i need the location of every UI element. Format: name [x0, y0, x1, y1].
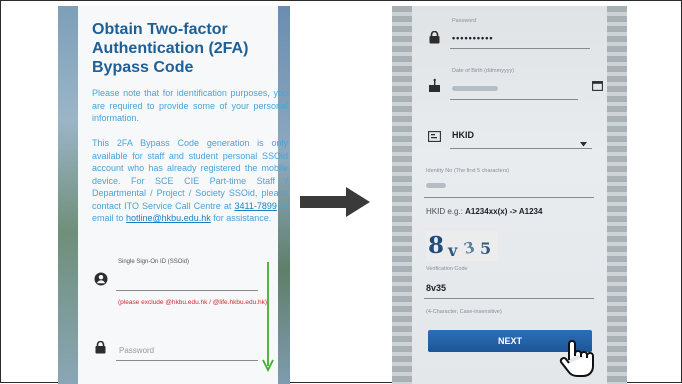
- verification-underline: [424, 298, 594, 299]
- right-phone-screen: [392, 6, 627, 384]
- next-step-arrow-icon: [300, 187, 370, 222]
- form-card-right: [392, 6, 627, 384]
- verification-label: Verification Code: [426, 266, 468, 272]
- verification-input[interactable]: 8v35: [426, 283, 446, 294]
- ssoid-underline: [116, 290, 258, 291]
- hkid-example-value: A1234xx(x) -> A1234: [465, 207, 543, 216]
- scroll-down-arrow-icon: [262, 262, 274, 379]
- id-type-select[interactable]: HKID: [452, 130, 474, 141]
- id-type-underline: [450, 148, 592, 149]
- dob-value-blurred[interactable]: [452, 86, 498, 91]
- id-card-icon: [428, 129, 441, 147]
- dob-label: Date of Birth (ddmmyyyy): [452, 68, 515, 74]
- captcha-char-1: 8: [428, 232, 445, 259]
- ssoid-note: (please exclude @hkbu.edu.hk / @life.hkb…: [118, 299, 268, 306]
- identity-underline: [424, 197, 594, 198]
- info-text-3: for assistance.: [210, 213, 272, 223]
- dob-underline: [450, 99, 578, 100]
- captcha-char-2: v: [448, 241, 458, 260]
- notice-paragraph: Please note that for identification purp…: [92, 88, 288, 123]
- captcha-char-4: 5: [480, 239, 492, 258]
- background-building-right: [607, 6, 627, 384]
- page-title: Obtain Two-factor Authentication (2FA) B…: [92, 21, 249, 76]
- hkid-example: HKID e.g.: A1234xx(x) -> A1234: [426, 207, 542, 217]
- ssoid-label: Single Sign-On ID (SSOid): [118, 259, 190, 265]
- verification-hint: (4-Character, Case-insensitive): [426, 309, 502, 315]
- hkid-example-prefix: HKID e.g.:: [426, 207, 466, 216]
- background-photo-left: [58, 6, 78, 384]
- captcha-char-3: 3: [461, 237, 477, 259]
- phone-link[interactable]: 3411-7899: [235, 201, 277, 211]
- captcha-image: 8 v 3 5: [426, 231, 498, 261]
- info-paragraph: This 2FA Bypass Code generation is only …: [92, 137, 288, 225]
- password-input[interactable]: ••••••••••: [452, 33, 494, 44]
- email-link[interactable]: hotline@hkbu.edu.hk: [126, 213, 211, 223]
- background-building-left: [392, 6, 412, 384]
- identity-label: Identity No (The first 5 characters): [426, 168, 510, 174]
- lock-icon: [95, 340, 106, 359]
- identity-value-blurred[interactable]: [426, 183, 446, 188]
- password-placeholder[interactable]: Password: [119, 346, 154, 356]
- cake-icon: [428, 78, 441, 98]
- password-label: Password: [452, 18, 477, 24]
- hand-pointer-icon: [558, 338, 596, 383]
- password-underline: [116, 360, 258, 361]
- password-underline-right: [450, 48, 590, 49]
- lock-icon-right: [429, 30, 440, 49]
- dropdown-caret-icon[interactable]: [580, 134, 587, 152]
- user-icon: [94, 272, 108, 291]
- ssoid-input[interactable]: [116, 268, 256, 290]
- calendar-icon[interactable]: [592, 78, 603, 96]
